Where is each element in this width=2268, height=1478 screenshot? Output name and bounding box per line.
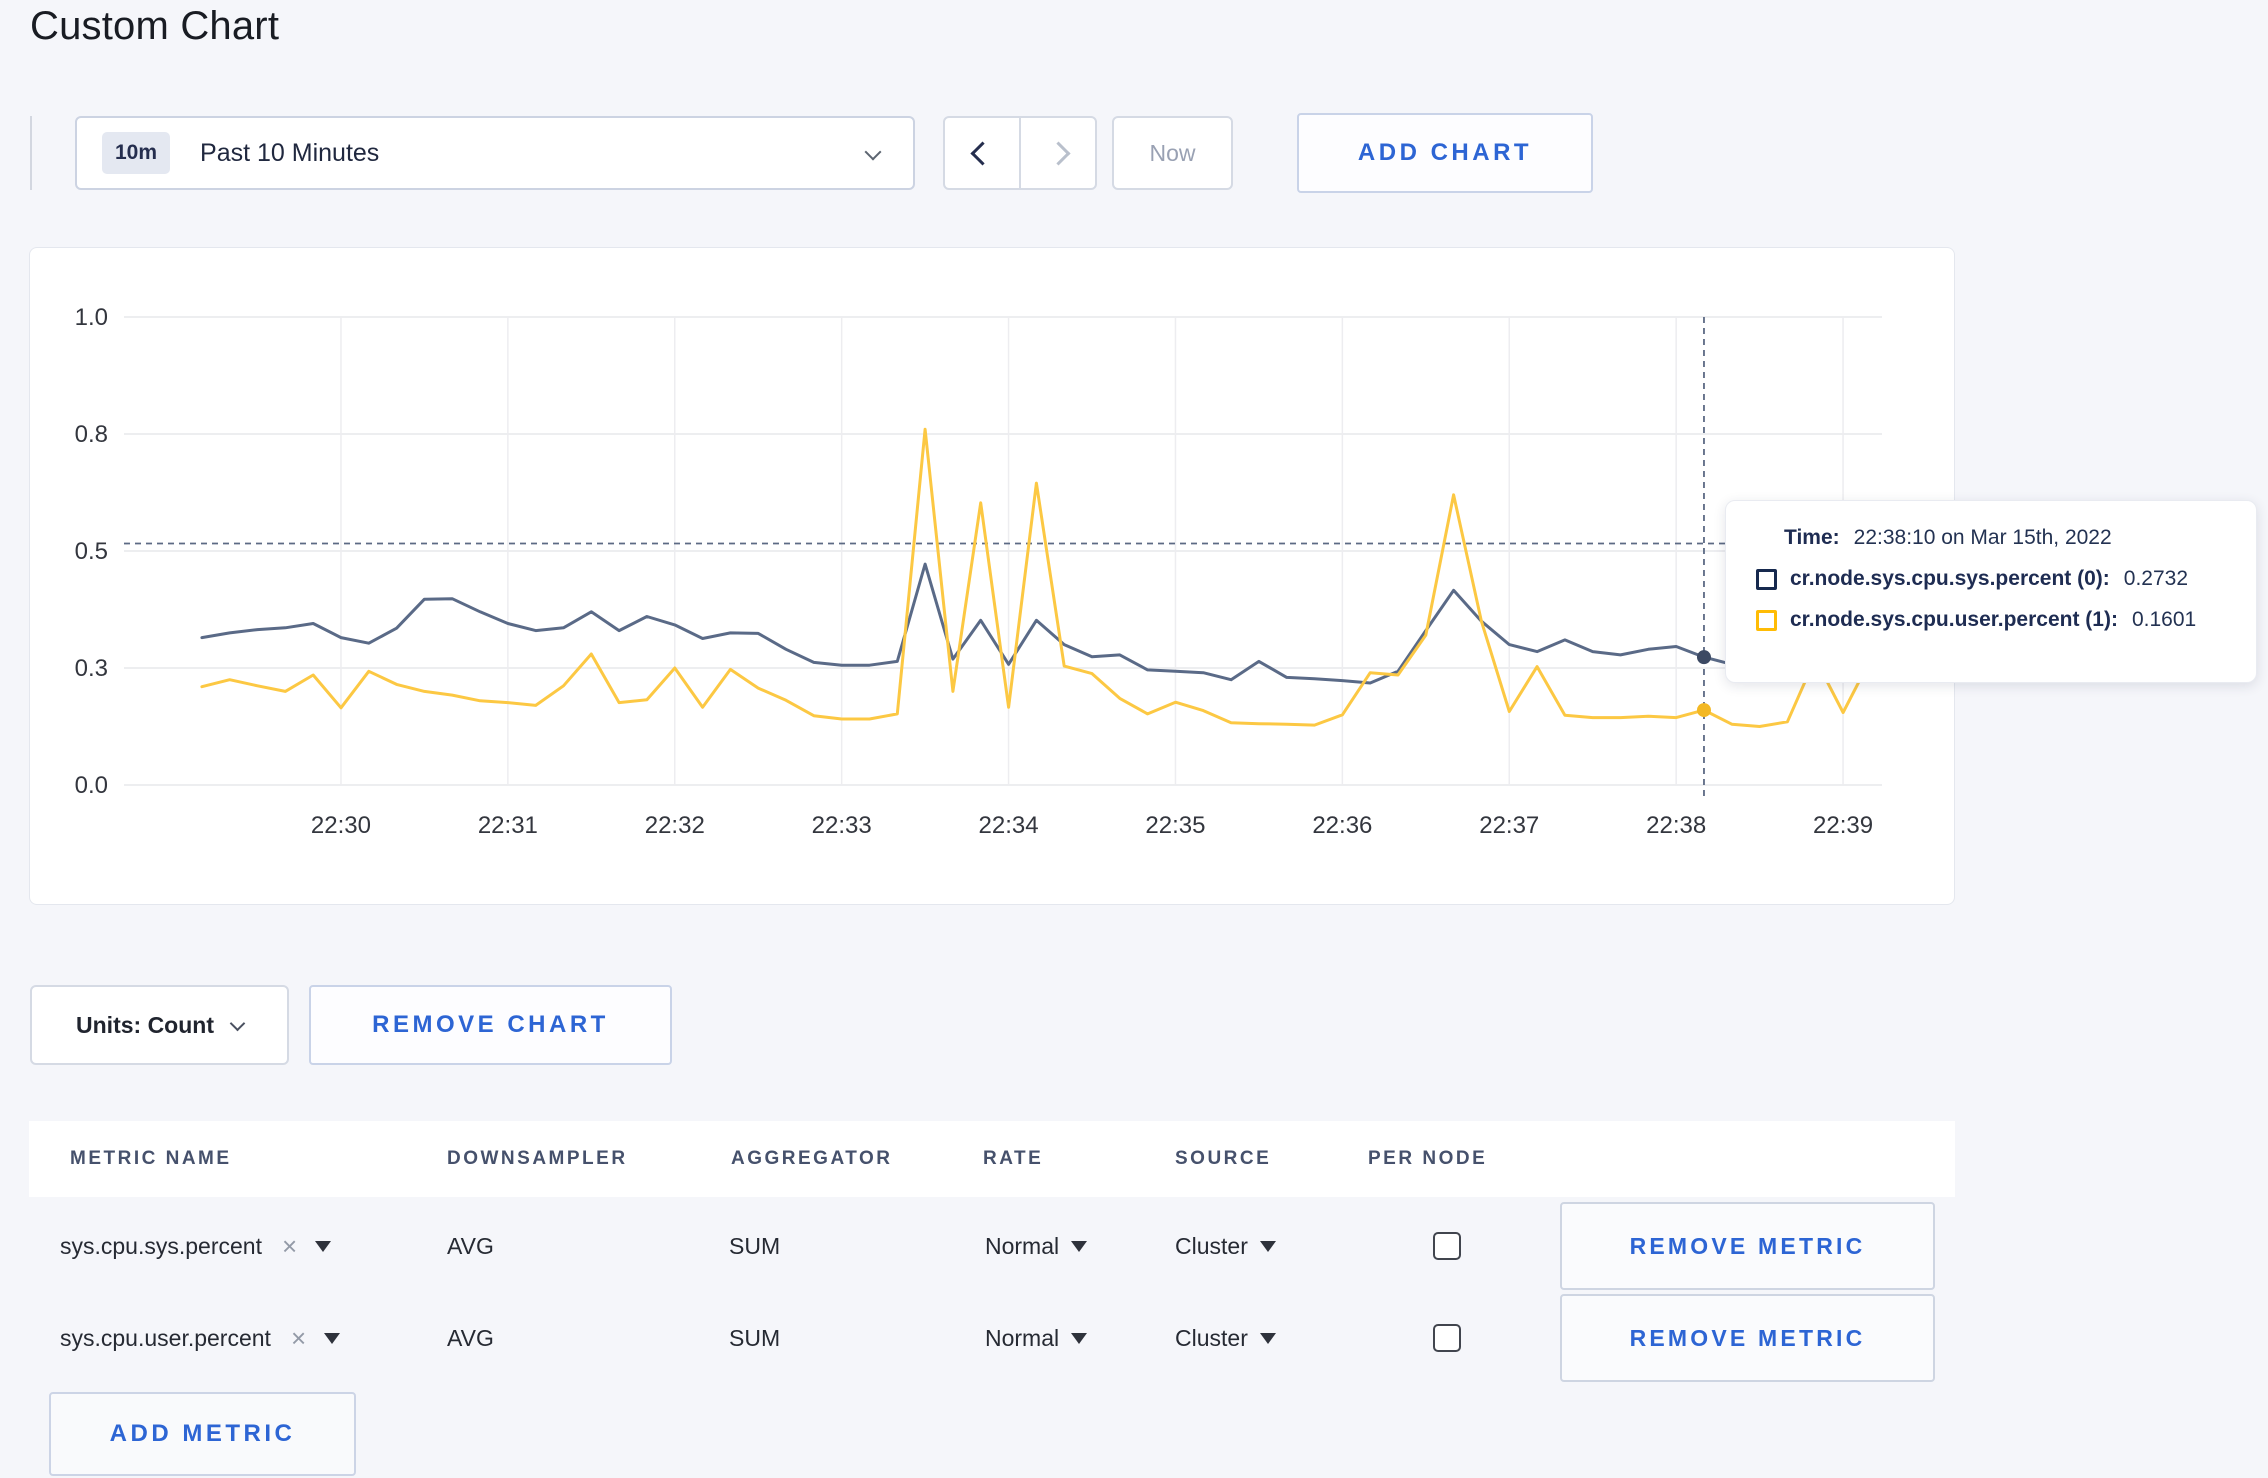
x-axis-tick-label: 22:33 [812,812,872,839]
chevron-right-icon [1045,140,1071,166]
metrics-table-header: METRIC NAME DOWNSAMPLER AGGREGATOR RATE … [29,1121,1955,1197]
custom-chart-page: Custom Chart 10m Past 10 Minutes Now ADD… [0,0,2268,1478]
units-select[interactable]: Units: Count [30,985,289,1065]
clear-metric-icon[interactable]: × [282,1233,297,1259]
y-axis-tick-label: 0.5 [75,538,108,565]
metric-row: sys.cpu.sys.percent × AVG SUM Normal Clu… [29,1202,1955,1290]
y-axis-tick-label: 0.0 [75,772,108,799]
chart-hover-tooltip: Time: 22:38:10 on Mar 15th, 2022 cr.node… [1725,500,2257,683]
toolbar-divider [30,116,32,190]
timeseries-chart[interactable]: 0.0 0.3 0.5 0.8 1.0 22:30 22:31 22:32 22:33 22:34… [30,248,1954,904]
caret-down-icon [1071,1332,1088,1344]
time-forward-button[interactable] [1021,118,1095,188]
x-axis-tick-label: 22:36 [1312,812,1372,839]
column-header-aggregator: AGGREGATOR [731,1148,893,1169]
caret-down-icon [324,1332,341,1344]
series-line-0 [200,562,1873,685]
y-axis-tick-label: 0.3 [75,655,108,682]
series-swatch-icon [1756,609,1777,631]
tooltip-series-name: cr.node.sys.cpu.sys.percent (0): [1790,567,2110,590]
series-swatch-icon [1756,568,1777,590]
y-axis-tick-label: 1.0 [75,304,108,331]
add-chart-button[interactable]: ADD CHART [1297,113,1593,193]
aggregator-select[interactable]: SUM [729,1294,780,1382]
time-range-badge: 10m [102,132,171,174]
caret-down-icon [315,1240,332,1252]
add-metric-button[interactable]: ADD METRIC [49,1392,356,1476]
metric-name-value: sys.cpu.user.percent [60,1324,271,1351]
clear-metric-icon[interactable]: × [291,1325,306,1351]
per-node-checkbox[interactable] [1433,1232,1461,1260]
remove-metric-button[interactable]: REMOVE METRIC [1560,1202,1935,1290]
tooltip-series-name: cr.node.sys.cpu.user.percent (1): [1790,608,2118,631]
time-back-button[interactable] [945,118,1021,188]
tooltip-series-value: 0.1601 [2131,608,2197,631]
metric-row: sys.cpu.user.percent × AVG SUM Normal Cl… [29,1294,1955,1382]
downsampler-select[interactable]: AVG [447,1202,494,1290]
x-axis-tick-label: 22:35 [1145,812,1205,839]
chevron-down-icon [864,143,882,161]
column-header-per-node: PER NODE [1368,1148,1488,1169]
aggregator-value: SUM [729,1324,781,1351]
metric-name-select[interactable]: sys.cpu.user.percent × [60,1294,341,1382]
caret-down-icon [1259,1240,1276,1252]
source-select[interactable]: Cluster [1175,1294,1276,1382]
per-node-cell [1433,1202,1461,1290]
column-header-source: SOURCE [1175,1148,1272,1169]
y-axis-tick-label: 0.8 [75,421,108,448]
rate-select[interactable]: Normal [985,1294,1088,1382]
column-header-rate: RATE [983,1148,1044,1169]
aggregator-value: SUM [729,1232,781,1259]
remove-metric-button[interactable]: REMOVE METRIC [1560,1294,1935,1382]
source-select[interactable]: Cluster [1175,1202,1276,1290]
time-range-arrows [943,116,1097,190]
metric-name-value: sys.cpu.sys.percent [60,1232,262,1259]
caret-down-icon [1071,1240,1088,1252]
rate-value: Normal [985,1324,1060,1351]
remove-chart-button[interactable]: REMOVE CHART [309,985,672,1065]
page-title: Custom Chart [30,4,280,48]
x-axis-tick-label: 22:37 [1479,812,1539,839]
metric-name-select[interactable]: sys.cpu.sys.percent × [60,1202,332,1290]
per-node-checkbox[interactable] [1433,1324,1461,1352]
aggregator-select[interactable]: SUM [729,1202,780,1290]
now-button[interactable]: Now [1112,116,1233,190]
tooltip-series-value: 0.2732 [2123,567,2189,590]
time-range-label: Past 10 Minutes [200,138,380,167]
chevron-left-icon [969,140,995,166]
rate-select[interactable]: Normal [985,1202,1088,1290]
tooltip-time-label: Time: [1784,526,1840,549]
chevron-down-icon [229,1015,246,1031]
x-axis-tick-label: 22:38 [1646,812,1706,839]
crosshair-dot-series-0 [1696,650,1711,665]
crosshair-dot-series-1 [1696,703,1711,718]
column-header-metric-name: METRIC NAME [70,1148,232,1169]
x-axis-tick-label: 22:32 [645,812,705,839]
x-axis-tick-label: 22:31 [478,812,538,839]
time-range-select[interactable]: 10m Past 10 Minutes [75,116,915,190]
x-axis-tick-label: 22:34 [979,812,1039,839]
downsampler-select[interactable]: AVG [447,1294,494,1382]
rate-value: Normal [985,1232,1060,1259]
downsampler-value: AVG [447,1324,494,1351]
downsampler-value: AVG [447,1232,494,1259]
caret-down-icon [1259,1332,1276,1344]
x-axis-tick-label: 22:30 [311,812,371,839]
per-node-cell [1433,1294,1461,1382]
source-value: Cluster [1175,1324,1248,1351]
chart-card: 0.0 0.3 0.5 0.8 1.0 22:30 22:31 22:32 22:33 22:34… [29,247,1955,905]
series-line-1 [200,427,1873,728]
units-label: Units: Count [76,1011,214,1038]
x-axis-tick-label: 22:39 [1813,812,1873,839]
tooltip-time-value: 22:38:10 on Mar 15th, 2022 [1853,526,2112,549]
source-value: Cluster [1175,1232,1248,1259]
column-header-downsampler: DOWNSAMPLER [447,1148,628,1169]
